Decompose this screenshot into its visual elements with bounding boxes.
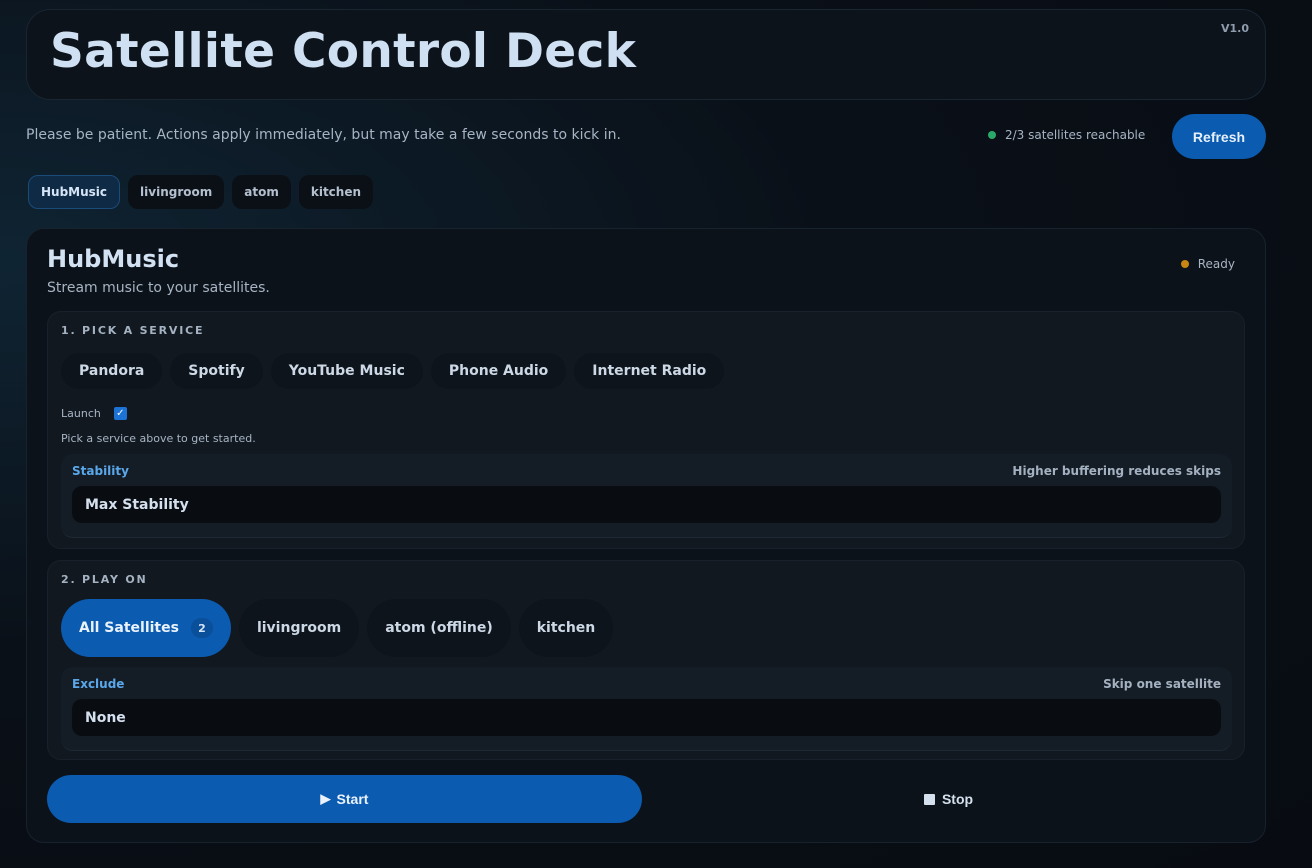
panel-title: HubMusic <box>47 245 180 273</box>
count-badge: 2 <box>190 618 213 638</box>
service-list: Pandora Spotify YouTube Music Phone Audi… <box>61 353 725 389</box>
service-section: 1. PICK A SERVICE Pandora Spotify YouTub… <box>47 311 1245 549</box>
target-kitchen[interactable]: kitchen <box>518 599 614 657</box>
service-spotify[interactable]: Spotify <box>170 353 263 389</box>
ready-status: Ready <box>1180 257 1235 271</box>
section-title: 1. PICK A SERVICE <box>61 324 205 337</box>
exclude-label: Exclude <box>72 677 125 691</box>
service-pandora[interactable]: Pandora <box>61 353 163 389</box>
reachability-text: 2/3 satellites reachable <box>1005 128 1146 142</box>
tab-livingroom[interactable]: livingroom <box>128 175 225 209</box>
exclude-hint: Skip one satellite <box>1103 677 1221 691</box>
stability-field: Stability Higher buffering reduces skips… <box>61 454 1232 538</box>
play-on-section: 2. PLAY ON All Satellites 2 livingroom a… <box>47 560 1245 760</box>
service-youtube-music[interactable]: YouTube Music <box>270 353 423 389</box>
hubmusic-panel: HubMusic Stream music to your satellites… <box>26 228 1266 843</box>
start-label: Start <box>336 791 369 807</box>
status-dot-icon <box>1180 260 1189 268</box>
target-all-satellites[interactable]: All Satellites 2 <box>61 599 231 657</box>
exclude-field: Exclude Skip one satellite None <box>61 667 1232 751</box>
stability-select[interactable]: Max Stability <box>72 486 1221 523</box>
patience-notice: Please be patient. Actions apply immedia… <box>26 127 621 143</box>
reachability-status: 2/3 satellites reachable <box>988 128 1145 142</box>
launch-label: Launch <box>61 407 101 420</box>
launch-checkbox[interactable]: ✓ <box>113 407 127 420</box>
stop-icon <box>923 793 935 805</box>
status-text: Ready <box>1197 257 1235 271</box>
stop-label: Stop <box>941 791 974 807</box>
status-dot-icon <box>988 131 996 139</box>
target-list: All Satellites 2 livingroom atom (offlin… <box>61 599 614 657</box>
service-internet-radio[interactable]: Internet Radio <box>574 353 725 389</box>
service-hint: Pick a service above to get started. <box>61 432 256 445</box>
tab-hubmusic[interactable]: HubMusic <box>28 175 121 209</box>
tab-kitchen[interactable]: kitchen <box>298 175 374 209</box>
app-header: Satellite Control Deck V1.0 <box>26 9 1266 100</box>
play-icon: ▶ <box>320 791 331 806</box>
section-title: 2. PLAY ON <box>61 573 148 586</box>
exclude-select[interactable]: None <box>72 699 1221 736</box>
target-livingroom[interactable]: livingroom <box>238 599 360 657</box>
stability-label: Stability <box>72 464 129 478</box>
page-title: Satellite Control Deck <box>50 24 637 79</box>
stability-hint: Higher buffering reduces skips <box>1012 464 1221 478</box>
target-label: All Satellites <box>79 620 179 636</box>
stop-button[interactable]: Stop <box>652 775 1245 823</box>
service-phone-audio[interactable]: Phone Audio <box>430 353 567 389</box>
start-button[interactable]: ▶ Start <box>47 775 642 823</box>
refresh-button[interactable]: Refresh <box>1172 114 1266 159</box>
launch-row: Launch ✓ <box>61 407 127 420</box>
target-atom[interactable]: atom (offline) <box>367 599 511 657</box>
satellite-tabs: HubMusic livingroom atom kitchen <box>28 175 374 209</box>
version-label: V1.0 <box>1221 22 1249 35</box>
panel-subtitle: Stream music to your satellites. <box>47 280 270 296</box>
tab-atom[interactable]: atom <box>232 175 291 209</box>
